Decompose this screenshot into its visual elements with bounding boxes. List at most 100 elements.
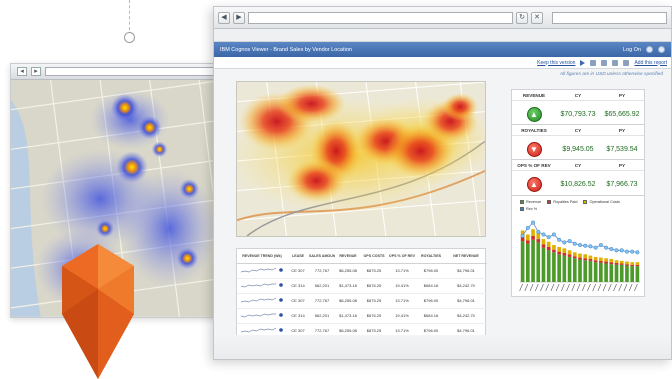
bar-royalties-paid[interactable] — [593, 260, 598, 263]
help-icon[interactable] — [658, 46, 665, 53]
line-point[interactable] — [551, 232, 556, 237]
bar-royalties-paid[interactable] — [609, 262, 614, 265]
bar-revenue[interactable] — [609, 264, 614, 282]
column-header[interactable]: SALES AMOUNT — [309, 249, 335, 264]
line-point[interactable] — [598, 243, 603, 248]
bar-revenue[interactable] — [619, 264, 624, 282]
bar-operational-costs[interactable] — [578, 253, 582, 258]
line-point[interactable] — [588, 244, 593, 249]
stop-icon[interactable]: ✕ — [531, 11, 543, 24]
bar-royalties-paid[interactable] — [588, 258, 593, 261]
forward-arrow-icon[interactable]: ▶ — [233, 11, 245, 24]
bar-operational-costs[interactable] — [609, 258, 614, 263]
bar-revenue[interactable] — [635, 266, 640, 282]
line-point[interactable] — [604, 245, 609, 250]
bar-operational-costs[interactable] — [630, 262, 634, 265]
bar-royalties-paid[interactable] — [578, 257, 582, 260]
bar-revenue[interactable] — [630, 266, 634, 282]
view-format-icon[interactable] — [623, 59, 630, 66]
bar-revenue[interactable] — [599, 262, 603, 282]
run-icon[interactable] — [580, 59, 586, 66]
bar-revenue[interactable] — [520, 241, 525, 282]
bar-royalties-paid[interactable] — [599, 260, 603, 263]
bar-royalties-paid[interactable] — [526, 240, 530, 244]
bar-royalties-paid[interactable] — [552, 249, 556, 253]
column-header[interactable]: ROYALTIES — [417, 249, 445, 264]
bar-revenue[interactable] — [572, 258, 577, 282]
bar-operational-costs[interactable] — [531, 229, 535, 236]
bar-royalties-paid[interactable] — [557, 251, 561, 255]
column-header[interactable]: OPS % OF REV — [387, 249, 417, 264]
bar-royalties-paid[interactable] — [536, 239, 541, 243]
line-point[interactable] — [541, 232, 546, 237]
back-arrow-icon[interactable]: ◀ — [218, 11, 230, 24]
bar-royalties-paid[interactable] — [541, 244, 546, 248]
bar-operational-costs[interactable] — [625, 261, 629, 265]
line-point[interactable] — [562, 240, 567, 245]
bar-operational-costs[interactable] — [604, 258, 608, 262]
line-point[interactable] — [546, 235, 551, 240]
bar-operational-costs[interactable] — [567, 250, 572, 255]
bar-royalties-paid[interactable] — [635, 264, 640, 267]
line-point[interactable] — [614, 248, 619, 253]
bar-operational-costs[interactable] — [599, 257, 603, 261]
bar-operational-costs[interactable] — [588, 255, 593, 259]
column-header[interactable]: LEASE — [287, 249, 309, 264]
log-on-link[interactable]: Log On — [623, 47, 641, 53]
table-row[interactable]: CE 307 772,767 $6,255.08 $875.25 13.71% $796.… — [237, 293, 487, 309]
browser-search-box[interactable] — [552, 11, 667, 24]
print-icon[interactable] — [590, 59, 597, 66]
bar-royalties-paid[interactable] — [572, 256, 577, 259]
line-point[interactable] — [583, 243, 588, 248]
refresh-icon[interactable]: ↻ — [516, 11, 528, 24]
bar-operational-costs[interactable] — [614, 260, 619, 263]
line-point[interactable] — [525, 225, 530, 230]
line-point[interactable] — [577, 243, 582, 248]
add-report-link[interactable]: Add this report — [634, 60, 667, 66]
column-header[interactable]: OPS COSTS — [361, 249, 387, 264]
bar-revenue[interactable] — [552, 252, 556, 282]
line-point[interactable] — [567, 239, 572, 244]
bar-royalties-paid[interactable] — [630, 264, 634, 267]
table-row[interactable]: CE 307 772,767 $6,255.08 $875.25 13.71% $796.… — [237, 263, 487, 279]
email-icon[interactable] — [601, 59, 608, 66]
sales-heatmap-map[interactable] — [236, 81, 486, 237]
line-point[interactable] — [624, 249, 629, 254]
line-point[interactable] — [609, 247, 614, 252]
column-header[interactable]: REVENUE TREND (Wk) — [237, 249, 287, 264]
bar-revenue[interactable] — [583, 260, 588, 282]
bar-royalties-paid[interactable] — [531, 235, 535, 240]
line-point[interactable] — [531, 220, 536, 225]
bar-revenue[interactable] — [531, 239, 535, 282]
bar-royalties-paid[interactable] — [546, 247, 551, 251]
forward-arrow-icon[interactable]: ▸ — [31, 67, 41, 76]
bar-royalties-paid[interactable] — [619, 263, 624, 265]
column-header[interactable]: NET REVENUE — [445, 249, 487, 264]
bar-operational-costs[interactable] — [562, 248, 567, 253]
bar-operational-costs[interactable] — [546, 241, 551, 248]
bar-revenue[interactable] — [614, 264, 619, 282]
line-point[interactable] — [635, 250, 640, 255]
keep-version-link[interactable]: Keep this version — [537, 60, 575, 66]
bar-operational-costs[interactable] — [583, 254, 588, 259]
bar-revenue[interactable] — [593, 262, 598, 282]
bar-royalties-paid[interactable] — [583, 258, 588, 261]
bar-revenue[interactable] — [578, 259, 582, 282]
bar-royalties-paid[interactable] — [614, 262, 619, 265]
bar-royalties-paid[interactable] — [604, 261, 608, 264]
bar-revenue[interactable] — [604, 263, 608, 282]
bar-revenue[interactable] — [541, 247, 546, 282]
home-icon[interactable] — [646, 46, 653, 53]
bar-operational-costs[interactable] — [572, 252, 577, 257]
bar-royalties-paid[interactable] — [625, 264, 629, 266]
table-row[interactable]: CE 314562,201$1,473.18$676.2519.41%$684.… — [237, 278, 487, 294]
line-point[interactable] — [619, 248, 624, 253]
bar-revenue[interactable] — [625, 265, 629, 283]
bar-revenue[interactable] — [546, 250, 551, 282]
line-point[interactable] — [593, 245, 598, 250]
bar-revenue[interactable] — [567, 256, 572, 282]
bar-revenue[interactable] — [588, 260, 593, 282]
bar-revenue[interactable] — [557, 254, 561, 282]
background-address-bar[interactable] — [45, 67, 218, 76]
bar-operational-costs[interactable] — [526, 234, 530, 241]
